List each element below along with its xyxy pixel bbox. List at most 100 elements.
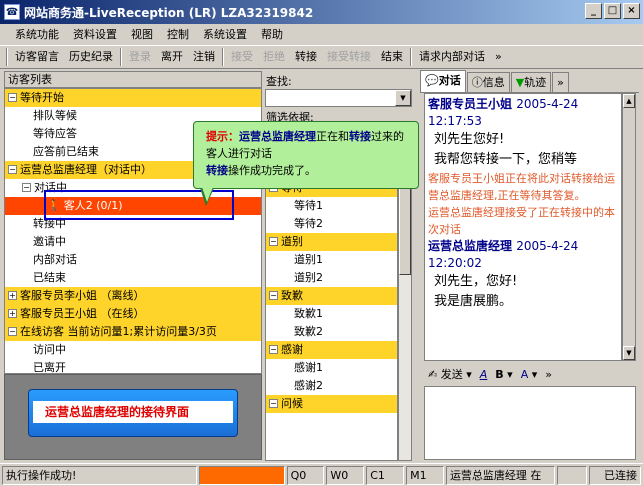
phrase-row[interactable]: − 致歉 [266, 287, 397, 305]
search-label: 查找: [266, 75, 292, 88]
phrase-label: 道别1 [294, 253, 323, 266]
menu-1[interactable]: 资料设置 [66, 26, 124, 42]
reception-label-box: 运营总监唐经理的接待界面 [28, 389, 238, 437]
phrase-row[interactable]: 感谢2 [266, 377, 397, 395]
visitor-row[interactable]: 邀请中 [5, 233, 261, 251]
scroll-down-icon[interactable]: ▼ [623, 346, 635, 360]
toolbar-button-8: 接受转接 [327, 50, 371, 63]
maximize-button[interactable]: □ [604, 3, 621, 19]
toolbar-grip [6, 48, 8, 66]
visitor-row[interactable]: 已结束 [5, 269, 261, 287]
bold-button[interactable]: B ▾ [495, 368, 512, 381]
phrase-row[interactable]: 道别2 [266, 269, 397, 287]
chat-message-text: 刘先生，您好! [434, 274, 518, 289]
window-title: 网站商务通-LiveReception (LR) LZA32319842 [24, 5, 314, 20]
phrase-row[interactable]: 感谢1 [266, 359, 397, 377]
status-panel-6: 运营总监唐经理 在 [445, 465, 556, 485]
scroll-up-icon[interactable]: ▲ [623, 94, 635, 108]
phrase-row[interactable]: 道别1 [266, 251, 397, 269]
status-panel-0: 执行操作成功! [2, 465, 197, 485]
search-select[interactable]: ▼ [265, 89, 412, 107]
chat-tabs: 💬对话 ⓘ信息 ▼轨迹 » [420, 70, 639, 93]
phrase-row[interactable]: − 道别 [266, 233, 397, 251]
toolbar-button-0[interactable]: 访客留言 [10, 47, 64, 67]
tab-more[interactable]: » [552, 72, 569, 92]
visitor-row[interactable]: + 客服专员王小姐 （在线） [5, 305, 261, 323]
menu-0[interactable]: 系统功能 [8, 26, 66, 42]
toolbar-button-1[interactable]: 历史纪录 [64, 47, 118, 67]
status-panel-1 [198, 465, 285, 485]
message-input[interactable] [424, 386, 636, 460]
phrase-row[interactable]: − 感谢 [266, 341, 397, 359]
expand-toggle-icon[interactable]: + [8, 290, 17, 300]
visitor-row[interactable]: + 客服专员李小姐 （离线） [5, 287, 261, 305]
expand-toggle-icon[interactable]: − [269, 344, 278, 354]
chat-scrollbar[interactable]: ▲ ▼ [622, 93, 636, 361]
minimize-button[interactable]: _ [585, 3, 602, 19]
font-button[interactable]: A [480, 368, 488, 381]
toolbar-button-10[interactable]: 请求内部对话 [414, 47, 490, 67]
tab-info[interactable]: ⓘ信息 [466, 72, 510, 92]
visitor-label: 内部对话 [33, 253, 77, 266]
menu-3[interactable]: 控制 [160, 26, 196, 42]
phrase-row[interactable]: 等待2 [266, 215, 397, 233]
phrase-label: 问候 [281, 397, 303, 410]
app-icon: ☎ [4, 4, 20, 20]
visitor-row[interactable]: 已离开 [5, 359, 261, 374]
expand-toggle-icon[interactable]: − [8, 164, 17, 174]
color-button[interactable]: A ▾ [521, 368, 538, 381]
toolbar-more-button[interactable]: » [490, 47, 507, 67]
expand-toggle-icon[interactable]: − [269, 398, 278, 408]
menu-2[interactable]: 视图 [124, 26, 160, 42]
expand-toggle-icon[interactable]: − [8, 92, 17, 102]
expand-toggle-icon[interactable]: − [22, 182, 31, 192]
phrase-label: 致歉1 [294, 307, 323, 320]
toolbar-button-5: 接受 [231, 50, 253, 63]
chat-system-message: 运营总监唐经理接受了正在转接中的本次对话 [428, 206, 615, 236]
phrase-label: 感谢2 [294, 379, 323, 392]
toolbar-separator [120, 48, 122, 66]
chat-message-header: 运营总监唐经理 2005-4-24 12:20:02 [428, 238, 618, 272]
toolbar-button-9[interactable]: 结束 [376, 47, 408, 67]
menu-5[interactable]: 帮助 [254, 26, 290, 42]
visitor-list-header: 访客列表 [4, 71, 262, 88]
info-icon: ⓘ [471, 76, 483, 89]
toolbar-button-6: 拒绝 [263, 50, 285, 63]
toolbar-button-3[interactable]: 离开 [156, 47, 188, 67]
format-toolbar: ✍ 发送 ▾ A B ▾ A ▾ » [424, 364, 636, 384]
close-button[interactable]: × [623, 3, 640, 19]
phrase-row[interactable]: 致歉1 [266, 305, 397, 323]
toolbar-button-4[interactable]: 注销 [188, 47, 220, 67]
phrase-label: 致歉 [281, 289, 303, 302]
phrase-row[interactable]: 致歉2 [266, 323, 397, 341]
visitor-label: 在线访客 当前访问量1;累计访问量3/3页 [20, 325, 217, 338]
phrase-row[interactable]: 等待1 [266, 197, 397, 215]
visitor-row[interactable]: − 在线访客 当前访问量1;累计访问量3/3页 [5, 323, 261, 341]
visitor-label: 已离开 [33, 361, 66, 374]
tooltip: 提示：运营总监唐经理正在和转接过来的客人进行对话 转接操作成功完成了。 [193, 121, 419, 189]
status-panel-7 [557, 465, 588, 485]
dropdown-arrow-icon[interactable]: ▼ [395, 90, 411, 106]
expand-toggle-icon[interactable]: − [269, 290, 278, 300]
visitor-label: 等待开始 [20, 91, 64, 104]
visitor-row[interactable]: 访问中 [5, 341, 261, 359]
toolbar-button-2: 登录 [129, 50, 151, 63]
tab-chat[interactable]: 💬对话 [420, 70, 466, 92]
phrase-label: 等待1 [294, 199, 323, 212]
expand-toggle-icon[interactable]: − [269, 236, 278, 246]
visitor-label: 邀请中 [33, 235, 66, 248]
more-button[interactable]: » [545, 368, 552, 381]
expand-toggle-icon[interactable]: − [8, 326, 17, 336]
menu-4[interactable]: 系统设置 [196, 26, 254, 42]
status-panel-5: M1 [406, 465, 444, 485]
tab-track[interactable]: ▼轨迹 [510, 72, 552, 92]
phrase-row[interactable]: − 问候 [266, 395, 397, 413]
send-button[interactable]: ✍ 发送 ▾ [428, 366, 472, 382]
visitor-row[interactable]: 内部对话 [5, 251, 261, 269]
toolbar-button-7[interactable]: 转接 [290, 47, 322, 67]
visitor-label: 已结束 [33, 271, 66, 284]
expand-toggle-icon[interactable]: + [8, 308, 17, 318]
visitor-row[interactable]: − 等待开始 [5, 89, 261, 107]
chat-system-message: 客服专员王小姐正在将此对话转接给运营总监唐经理,正在等待其答复。 [428, 172, 615, 202]
phrase-label: 道别 [281, 235, 303, 248]
